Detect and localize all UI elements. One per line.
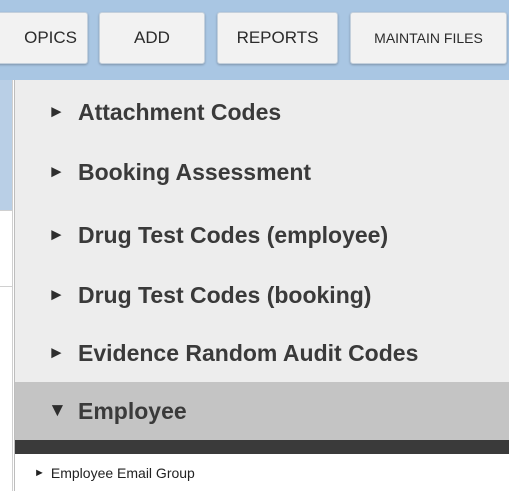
menu-item-label: Employee [78, 397, 187, 424]
collapse-arrow-icon: ▼ [48, 400, 67, 421]
topics-tab-button[interactable]: OPICS [0, 12, 88, 64]
menu-item-attachment-codes[interactable]: ► Attachment Codes [15, 82, 509, 142]
add-tab-button[interactable]: ADD [99, 12, 205, 64]
expand-arrow-icon: ► [48, 343, 65, 362]
maintain-files-dropdown-menu: ► Attachment Codes ► Booking Assessment … [14, 80, 509, 491]
menu-item-label: Evidence Random Audit Codes [78, 339, 419, 366]
app-window: OPICS ADD REPORTS MAINTAIN FILES ► Attac… [0, 0, 509, 491]
submenu-divider [15, 440, 509, 454]
expand-arrow-icon: ► [34, 466, 45, 479]
maintain-files-tab-button[interactable]: MAINTAIN FILES [350, 12, 507, 64]
expand-arrow-icon: ► [48, 225, 65, 244]
expand-arrow-icon: ► [48, 162, 65, 181]
menu-item-evidence-random-audit-codes[interactable]: ► Evidence Random Audit Codes [15, 323, 509, 383]
top-nav-bar: OPICS ADD REPORTS MAINTAIN FILES [0, 0, 509, 80]
menu-item-booking-assessment[interactable]: ► Booking Assessment [15, 142, 509, 202]
expand-arrow-icon: ► [48, 285, 65, 304]
menu-item-label: Attachment Codes [78, 98, 282, 125]
submenu-item-employee-email-group[interactable]: ► Employee Email Group [15, 454, 509, 491]
expand-arrow-icon: ► [48, 102, 65, 121]
background-divider [0, 286, 12, 287]
submenu-item-label: Employee Email Group [50, 464, 195, 481]
menu-item-drug-test-codes-employee[interactable]: ► Drug Test Codes (employee) [15, 205, 509, 265]
reports-tab-button[interactable]: REPORTS [217, 12, 338, 64]
background-divider [0, 210, 12, 211]
menu-item-label: Drug Test Codes (employee) [78, 221, 389, 248]
background-page-strip-highlight [0, 80, 12, 210]
menu-item-employee[interactable]: ▼ Employee [15, 382, 509, 440]
menu-item-label: Booking Assessment [78, 158, 312, 185]
menu-item-drug-test-codes-booking[interactable]: ► Drug Test Codes (booking) [15, 265, 509, 325]
menu-item-label: Drug Test Codes (booking) [78, 281, 372, 308]
